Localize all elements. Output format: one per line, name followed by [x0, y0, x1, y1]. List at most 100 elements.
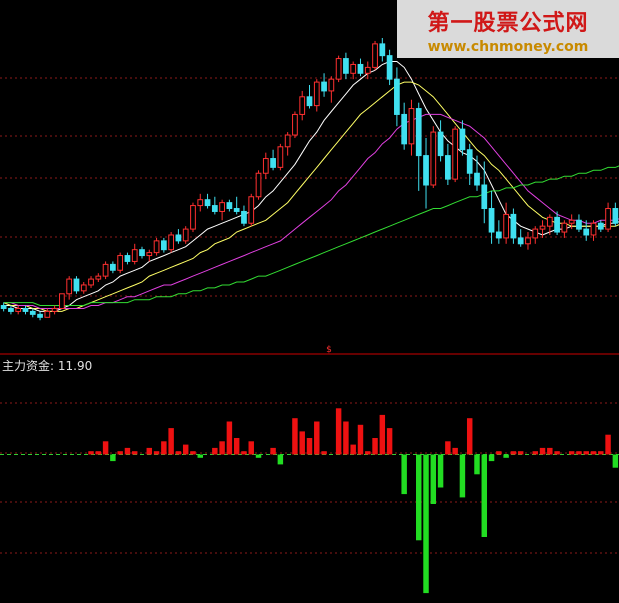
- fund-bar: [117, 451, 123, 455]
- candle: [284, 132, 291, 156]
- candle: [335, 55, 342, 83]
- candle-body: [415, 108, 422, 157]
- candle-body: [44, 310, 51, 318]
- fund-bar: [350, 444, 356, 455]
- candle: [437, 120, 444, 162]
- candle-body: [233, 208, 240, 212]
- fund-bar: [466, 418, 473, 455]
- candle: [576, 214, 582, 233]
- candle-body: [153, 240, 160, 254]
- fund-bar: [95, 451, 102, 455]
- candle: [372, 40, 378, 71]
- fund-bar: [175, 451, 182, 455]
- candle-body: [379, 43, 386, 57]
- candle: [495, 220, 502, 244]
- candle: [379, 38, 386, 62]
- candle-body: [554, 216, 560, 233]
- candle: [561, 220, 568, 238]
- candle-body: [197, 199, 204, 207]
- candle: [0, 302, 7, 312]
- fund-bar: [517, 451, 524, 455]
- fund-bar: [110, 454, 116, 462]
- watermark: 第一股票公式网 www.chnmoney.com: [397, 0, 619, 58]
- candle: [343, 52, 349, 80]
- fund-bar: [219, 441, 225, 455]
- fund-bar: [554, 451, 560, 455]
- candle: [292, 111, 298, 138]
- candle-body: [73, 278, 80, 292]
- candle-body: [612, 208, 619, 224]
- candle-body: [292, 113, 298, 136]
- candle-body: [328, 78, 335, 92]
- candle: [306, 85, 313, 109]
- candle: [15, 305, 22, 315]
- candle: [190, 202, 196, 233]
- candle-body: [430, 131, 437, 186]
- candle-body: [401, 113, 408, 145]
- candle-body: [452, 128, 459, 180]
- candle: [95, 273, 102, 283]
- candle-body: [576, 219, 582, 230]
- candle: [590, 220, 597, 241]
- candle-body: [168, 234, 175, 251]
- candle-body: [37, 313, 43, 318]
- fund-bar: [576, 451, 582, 455]
- fund-bar: [401, 454, 407, 495]
- candle: [525, 232, 531, 250]
- fund-bar: [88, 451, 94, 455]
- candle: [8, 305, 14, 315]
- candle-body: [590, 222, 597, 236]
- fund-bar: [168, 428, 174, 455]
- candle-body: [29, 310, 36, 315]
- candle-body: [15, 307, 22, 312]
- candle: [153, 237, 160, 256]
- candle: [44, 308, 51, 318]
- candle: [277, 143, 284, 171]
- fund-bar: [343, 421, 349, 455]
- candle: [110, 261, 116, 274]
- candle: [80, 282, 87, 294]
- candle: [481, 161, 488, 224]
- candle: [452, 126, 459, 183]
- candle: [459, 120, 466, 156]
- candle-body: [110, 263, 116, 271]
- candle-body: [211, 205, 218, 212]
- fund-bar: [510, 451, 517, 455]
- candle-body: [597, 222, 604, 230]
- candle-body: [59, 293, 65, 309]
- fund-bar: [547, 447, 553, 455]
- period-marker-icon: $: [326, 345, 332, 355]
- candle-body: [437, 131, 444, 157]
- candle: [226, 199, 233, 212]
- candle: [131, 243, 138, 265]
- fund-bar: [598, 451, 604, 455]
- candle: [146, 249, 153, 262]
- candlesticks: [0, 38, 619, 321]
- candle-body: [241, 210, 247, 224]
- fund-bar: [182, 444, 189, 455]
- candle: [211, 196, 218, 215]
- fund-bar: [153, 451, 160, 455]
- candle: [88, 276, 94, 288]
- candle: [168, 232, 175, 253]
- fund-bar: [430, 454, 437, 504]
- candle-body: [160, 240, 167, 251]
- candle-body: [495, 231, 502, 239]
- candle-body: [503, 213, 509, 239]
- fund-bar: [241, 451, 247, 455]
- candle: [401, 102, 408, 150]
- fund-bar: [416, 454, 422, 541]
- fund-bar: [365, 451, 371, 455]
- candle-body: [394, 78, 400, 115]
- candle: [605, 202, 611, 233]
- fund-bar: [612, 454, 619, 468]
- candle-body: [102, 263, 109, 277]
- candle-body: [321, 81, 327, 92]
- stock-chart: $: [0, 38, 619, 594]
- fund-bar: [481, 454, 488, 537]
- fund-bar: [488, 454, 495, 462]
- candle-body: [386, 55, 393, 80]
- fund-bar: [539, 447, 546, 455]
- candle: [517, 229, 524, 247]
- candle-body: [525, 237, 531, 245]
